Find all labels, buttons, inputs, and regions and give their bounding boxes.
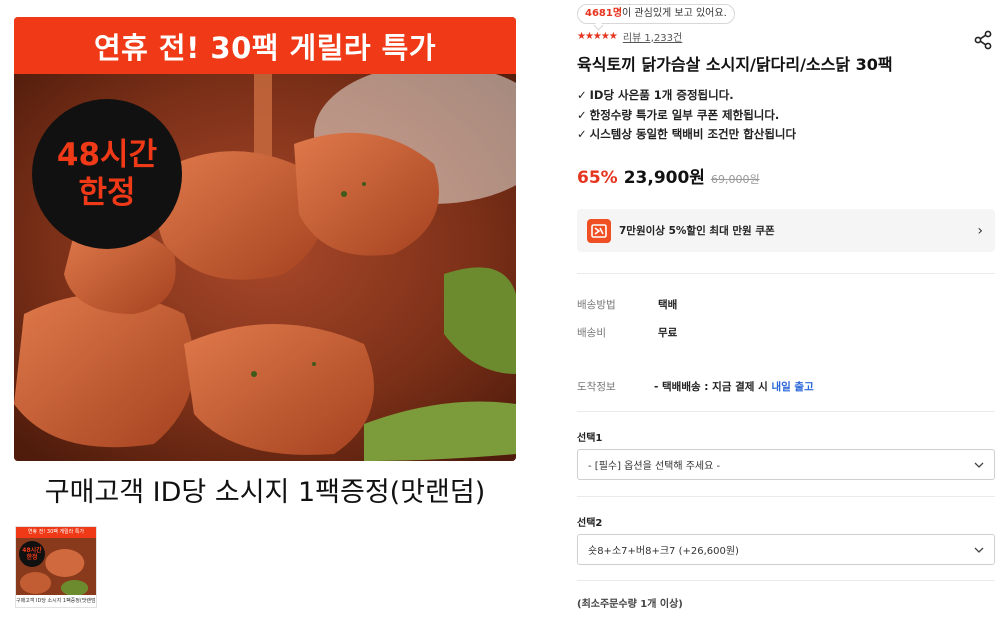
coupon-text: 7만원이상 5%할인 최대 만원 쿠폰 xyxy=(619,225,775,237)
check-icon: ✓ xyxy=(577,88,587,102)
thumb-caption: 구매고객 ID당 소시지 1팩증정(맛랜덤) xyxy=(16,595,96,607)
option2-value: 숏8+소7+버8+크7 (+26,600원) xyxy=(588,546,739,557)
coupon-icon xyxy=(587,218,611,243)
image-caption: 구매고객 ID당 소시지 1팩증정(맛랜덤) xyxy=(44,477,486,508)
note-item: ✓ 한정수량 특가로 일부 쿠폰 제한됩니다. xyxy=(577,106,796,126)
thumb-badge-line1: 48시간 xyxy=(22,547,42,554)
note-text: 시스템상 동일한 택배비 조건만 합산됩니다 xyxy=(589,127,797,141)
discount-rate: 65% xyxy=(577,168,618,188)
arrival-highlight: 내일 출고 xyxy=(771,381,814,393)
interest-count: 4681명 xyxy=(585,8,623,19)
divider xyxy=(577,496,995,497)
price-row: 65% 23,900원 69,000원 xyxy=(577,163,760,188)
note-text: ID당 사은품 1개 증정됩니다. xyxy=(589,88,734,102)
original-price: 69,000원 xyxy=(710,173,760,186)
option1-label: 선택1 xyxy=(577,433,603,444)
product-info-panel: 4681명이 관심있게 보고 있어요. ★★★★★ 리뷰 1,233건 육식토끼… xyxy=(577,0,995,623)
option1-value: - [필수] 옵션을 선택해 주세요 - xyxy=(588,461,721,472)
check-icon: ✓ xyxy=(577,127,587,141)
option2-label: 선택2 xyxy=(577,518,603,529)
thumb-badge: 48시간 한정 xyxy=(19,541,45,567)
shipping-method-value: 택배 xyxy=(658,299,678,311)
arrival-info-value: - 택배배송 : 지금 결제 시 내일 출고 xyxy=(654,379,814,394)
promo-banner: 연휴 전! 30팩 게릴라 특가 xyxy=(14,17,516,74)
shipping-fee-label: 배송비 xyxy=(577,327,606,339)
rating-row: ★★★★★ 리뷰 1,233건 xyxy=(577,29,682,44)
arrival-info-label: 도착정보 xyxy=(577,381,616,393)
sale-price: 23,900원 xyxy=(623,168,705,188)
coupon-banner[interactable]: 7만원이상 5%할인 최대 만원 쿠폰 › xyxy=(577,209,995,252)
arrival-prefix: - 택배배송 : 지금 결제 시 xyxy=(654,381,772,393)
review-count-link[interactable]: 리뷰 1,233건 xyxy=(623,29,682,44)
share-icon[interactable] xyxy=(973,30,993,50)
chevron-down-icon xyxy=(974,462,984,468)
badge-line2: 한정 xyxy=(78,175,136,211)
divider xyxy=(577,273,995,274)
thumb-banner: 연휴 전! 30팩 게릴라 특가 xyxy=(16,527,96,538)
product-notes: ✓ ID당 사은품 1개 증정됩니다. ✓ 한정수량 특가로 일부 쿠폰 제한됩니다… xyxy=(577,86,796,145)
star-rating: ★★★★★ xyxy=(577,30,618,42)
gallery-thumbnail[interactable]: 연휴 전! 30팩 게릴라 특가 48시간 한정 구매고객 ID당 소시지 1팩… xyxy=(15,526,97,608)
shipping-fee-value: 무료 xyxy=(658,327,678,339)
divider xyxy=(577,411,995,412)
thumb-badge-line2: 한정 xyxy=(26,554,38,561)
note-text: 한정수량 특가로 일부 쿠폰 제한됩니다. xyxy=(589,107,780,122)
interest-tooltip: 4681명이 관심있게 보고 있어요. xyxy=(577,4,735,24)
chevron-right-icon: › xyxy=(977,222,983,239)
limited-time-badge: 48시간 한정 xyxy=(32,99,182,249)
min-order-quantity: (최소주문수량 1개 이상) xyxy=(577,599,683,610)
interest-suffix: 이 관심있게 보고 있어요. xyxy=(622,8,727,19)
divider xyxy=(577,580,995,581)
chevron-down-icon xyxy=(974,547,984,553)
product-main-image[interactable]: 연휴 전! 30팩 게릴라 특가 48시간 한정 xyxy=(14,17,516,461)
check-icon: ✓ xyxy=(577,107,587,122)
note-item: ✓ 시스템상 동일한 택배비 조건만 합산됩니다 xyxy=(577,125,796,145)
option1-select[interactable]: - [필수] 옵션을 선택해 주세요 - xyxy=(577,449,995,480)
badge-line1: 48시간 xyxy=(56,137,158,173)
note-item: ✓ ID당 사은품 1개 증정됩니다. xyxy=(577,86,796,106)
product-title: 육식토끼 닭가슴살 소시지/닭다리/소스닭 30팩 xyxy=(577,55,893,74)
option2-select[interactable]: 숏8+소7+버8+크7 (+26,600원) xyxy=(577,534,995,565)
shipping-method-label: 배송방법 xyxy=(577,299,616,311)
